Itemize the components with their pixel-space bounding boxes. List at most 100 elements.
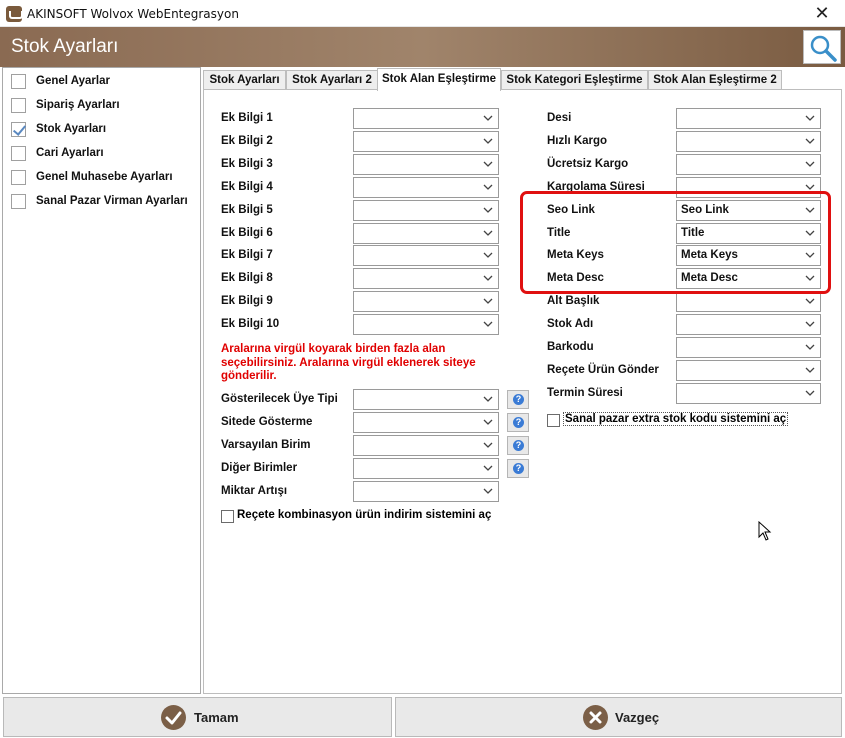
tab-content-panel: Ek Bilgi 1 Ek Bilgi 2 Ek Bilgi 3 Ek Bilg… (203, 89, 842, 694)
chevron-down-icon (483, 275, 493, 281)
tab-stok-ayarlari-2[interactable]: Stok Ayarları 2 (286, 70, 378, 90)
highlight-frame (520, 191, 831, 294)
field-label: Ek Bilgi 1 (221, 112, 273, 124)
checkbox-checked[interactable] (11, 122, 26, 137)
cancel-button[interactable]: Vazgeç (395, 697, 842, 737)
chevron-down-icon (805, 390, 815, 396)
field-label: Ek Bilgi 8 (221, 272, 273, 284)
sidebar-item-genel-ayarlar[interactable]: Genel Ayarlar (11, 73, 199, 91)
recete-urun-gonder-select[interactable] (676, 360, 821, 381)
alt-baslik-select[interactable] (676, 291, 821, 312)
ek-bilgi-1-select[interactable] (353, 108, 499, 129)
desi-select[interactable] (676, 108, 821, 129)
hizli-kargo-select[interactable] (676, 131, 821, 152)
chevron-down-icon (483, 298, 493, 304)
field-label: Gösterilecek Üye Tipi (221, 393, 338, 405)
sidebar-item-label: Genel Muhasebe Ayarları (36, 171, 173, 183)
chevron-down-icon (805, 367, 815, 373)
field-label: Ek Bilgi 9 (221, 295, 273, 307)
tab-stok-ayarlari[interactable]: Stok Ayarları (203, 70, 286, 90)
help-button[interactable]: ? (507, 436, 529, 455)
sidebar-item-label: Sanal Pazar Virman Ayarları (36, 195, 188, 207)
chevron-down-icon (805, 115, 815, 121)
help-icon: ? (513, 440, 524, 451)
sidebar-item-sanal-pazar-virman-ayarlari[interactable]: Sanal Pazar Virman Ayarları (11, 193, 199, 211)
termin-suresi-select[interactable] (676, 383, 821, 404)
barkodu-select[interactable] (676, 337, 821, 358)
checkbox[interactable] (11, 194, 26, 209)
sidebar-item-cari-ayarlari[interactable]: Cari Ayarları (11, 145, 199, 163)
ek-bilgi-3-select[interactable] (353, 154, 499, 175)
ucretsiz-kargo-select[interactable] (676, 154, 821, 175)
chevron-down-icon (805, 138, 815, 144)
close-button[interactable]: ✕ (799, 0, 845, 27)
tab-stok-alan-eslestirme-2[interactable]: Stok Alan Eşleştirme 2 (648, 70, 782, 90)
ek-bilgi-9-select[interactable] (353, 291, 499, 312)
sitede-gosterme-select[interactable] (353, 412, 499, 433)
field-label: Sitede Gösterme (221, 416, 313, 428)
field-label: Varsayılan Birim (221, 439, 311, 451)
help-button[interactable]: ? (507, 459, 529, 478)
chevron-down-icon (483, 184, 493, 190)
settings-sidebar: Genel Ayarlar Sipariş Ayarları Stok Ayar… (2, 67, 201, 694)
page-header: Stok Ayarları (0, 27, 845, 67)
tab-stok-alan-eslestirme[interactable]: Stok Alan Eşleştirme (377, 68, 501, 91)
ek-bilgi-2-select[interactable] (353, 131, 499, 152)
field-label: Ek Bilgi 6 (221, 227, 273, 239)
chevron-down-icon (483, 442, 493, 448)
search-button[interactable] (803, 30, 841, 64)
chevron-down-icon (805, 344, 815, 350)
miktar-artisi-select[interactable] (353, 481, 499, 502)
checkbox[interactable] (11, 98, 26, 113)
tab-bar: Stok Ayarları Stok Ayarları 2 Stok Alan … (203, 68, 843, 91)
checkbox-box[interactable] (547, 414, 560, 427)
chevron-down-icon (805, 298, 815, 304)
ek-bilgi-10-select[interactable] (353, 314, 499, 335)
sidebar-item-siparis-ayarlari[interactable]: Sipariş Ayarları (11, 97, 199, 115)
sidebar-item-genel-muhasebe-ayarlari[interactable]: Genel Muhasebe Ayarları (11, 169, 199, 187)
chevron-down-icon (483, 161, 493, 167)
help-button[interactable]: ? (507, 390, 529, 409)
checkbox[interactable] (11, 74, 26, 89)
cancel-x-icon (583, 705, 608, 730)
chevron-down-icon (483, 419, 493, 425)
chevron-down-icon (805, 321, 815, 327)
ek-bilgi-8-select[interactable] (353, 268, 499, 289)
ek-bilgi-4-select[interactable] (353, 177, 499, 198)
page-title: Stok Ayarları (11, 36, 119, 57)
checkbox[interactable] (11, 146, 26, 161)
sidebar-item-label: Sipariş Ayarları (36, 99, 120, 111)
ek-bilgi-7-select[interactable] (353, 245, 499, 266)
diger-birimler-select[interactable] (353, 458, 499, 479)
chevron-down-icon (483, 396, 493, 402)
window-titlebar: AKINSOFT Wolvox WebEntegrasyon ✕ (0, 0, 845, 27)
checkbox-label: Sanal pazar extra stok kodu sistemini aç (563, 412, 789, 426)
warning-text: Aralarına virgül koyarak birden fazla al… (221, 343, 476, 382)
gosterilecek-uye-tipi-select[interactable] (353, 389, 499, 410)
ek-bilgi-5-select[interactable] (353, 200, 499, 221)
field-label: Desi (547, 112, 572, 124)
field-label: Reçete Ürün Gönder (547, 364, 659, 376)
sidebar-item-label: Genel Ayarlar (36, 75, 110, 87)
chevron-down-icon (483, 252, 493, 258)
help-button[interactable]: ? (507, 413, 529, 432)
field-label: Miktar Artışı (221, 485, 288, 497)
stok-adi-select[interactable] (676, 314, 821, 335)
field-label: Ek Bilgi 2 (221, 135, 273, 147)
varsayilan-birim-select[interactable] (353, 435, 499, 456)
sidebar-item-stok-ayarlari[interactable]: Stok Ayarları (11, 121, 199, 139)
ok-button[interactable]: Tamam (3, 697, 392, 737)
ek-bilgi-6-select[interactable] (353, 223, 499, 244)
magnifier-icon (810, 35, 837, 62)
tab-stok-kategori-eslestirme[interactable]: Stok Kategori Eşleştirme (501, 70, 648, 90)
chevron-down-icon (483, 465, 493, 471)
field-label: Barkodu (547, 341, 594, 353)
checkbox-box[interactable] (221, 510, 234, 523)
field-label: Ek Bilgi 10 (221, 318, 280, 330)
checkbox-label: Reçete kombinasyon ürün indirim sistemin… (237, 509, 492, 521)
checkbox[interactable] (11, 170, 26, 185)
field-label: Hızlı Kargo (547, 135, 608, 147)
field-label: Ek Bilgi 4 (221, 181, 273, 193)
cancel-button-label: Vazgeç (615, 710, 660, 725)
field-label: Ek Bilgi 7 (221, 249, 273, 261)
